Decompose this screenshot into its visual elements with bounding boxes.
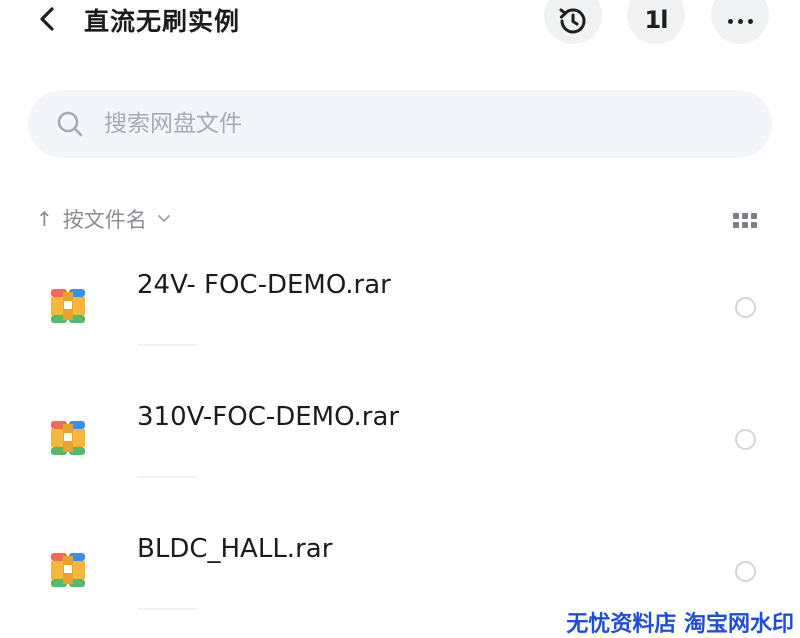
sort-selector[interactable]: ↑ 按文件名 — [36, 202, 171, 236]
archive-icon — [51, 289, 85, 323]
chevron-left-icon — [40, 7, 54, 31]
back-button[interactable] — [30, 0, 64, 38]
chevron-down-icon — [157, 214, 171, 224]
archive-icon — [51, 553, 85, 587]
file-browser-screen: 直流无刷实例 1l ↑ 按文件名 — [0, 0, 800, 638]
search-icon — [56, 110, 84, 138]
select-radio[interactable] — [735, 297, 756, 318]
search-input[interactable] — [104, 111, 704, 137]
watermark-text: 无忧资料店 淘宝网水印 — [564, 606, 796, 638]
select-radio[interactable] — [735, 561, 756, 582]
select-radio[interactable] — [735, 429, 756, 450]
grid-view-icon[interactable] — [730, 208, 760, 232]
history-icon — [559, 8, 586, 34]
search-bar[interactable] — [28, 90, 772, 158]
file-meta — [137, 344, 197, 346]
more-horizontal-icon — [727, 7, 753, 24]
file-name: BLDC_HALL.rar — [137, 534, 333, 564]
history-button[interactable] — [544, 0, 602, 44]
file-row[interactable]: 24V- FOC-DEMO.rar — [0, 248, 800, 368]
file-name: 310V-FOC-DEMO.rar — [137, 402, 400, 432]
file-name: 24V- FOC-DEMO.rar — [137, 270, 391, 300]
file-meta — [137, 476, 197, 478]
archive-icon — [51, 421, 85, 455]
sort-label: 按文件名 — [62, 208, 147, 232]
sort-direction-icon: ↑ — [36, 207, 53, 231]
more-button[interactable] — [711, 0, 769, 44]
file-row[interactable]: 310V-FOC-DEMO.rar — [0, 380, 800, 500]
sort-order-button[interactable]: 1l — [627, 0, 685, 44]
file-meta — [137, 608, 197, 610]
sort-order-icon: 1l — [644, 6, 669, 34]
page-title: 直流无刷实例 — [84, 7, 241, 36]
